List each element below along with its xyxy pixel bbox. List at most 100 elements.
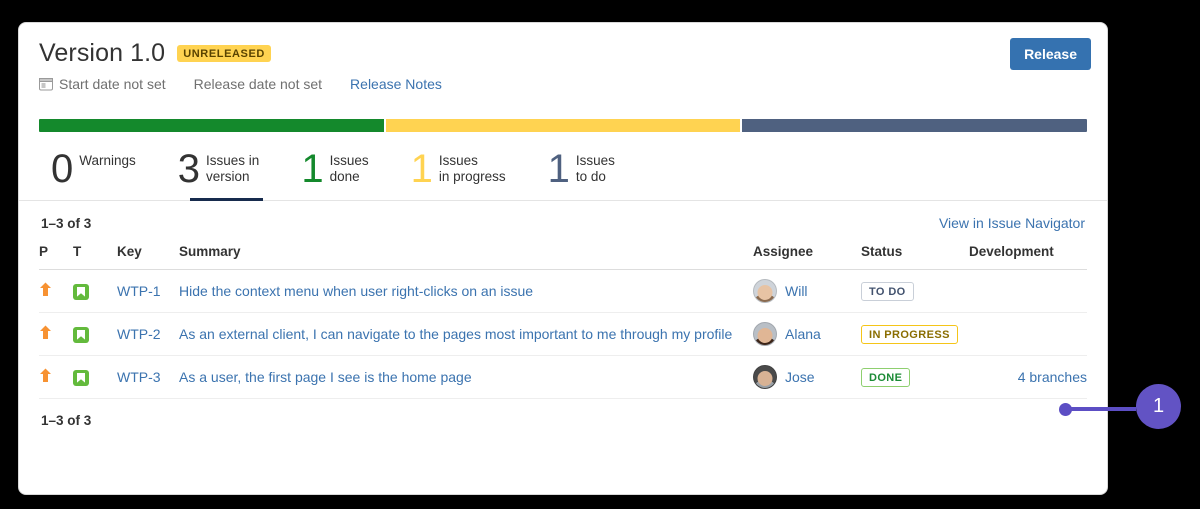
issues-table-body: WTP-1 Hide the context menu when user rig… — [39, 270, 1087, 399]
cell-development — [969, 270, 1087, 313]
story-type-icon — [73, 370, 89, 386]
title-row: Version 1.0 UNRELEASED — [39, 39, 1087, 67]
version-progress-bar — [39, 119, 1087, 132]
cell-assignee: Jose — [753, 356, 861, 399]
card-header: Version 1.0 UNRELEASED Start date not se… — [19, 23, 1107, 92]
cell-development: 4 branches — [969, 356, 1087, 399]
avatar-face — [758, 328, 773, 343]
version-detail-card: Version 1.0 UNRELEASED Start date not se… — [18, 22, 1108, 495]
avatar — [753, 365, 777, 389]
cell-summary: As an external client, I can navigate to… — [179, 313, 753, 356]
cell-status: TO DO — [861, 270, 969, 313]
release-date-text: Release date not set — [194, 76, 322, 92]
cell-type — [73, 356, 117, 399]
story-type-icon — [73, 327, 89, 343]
assignee-name-link[interactable]: Jose — [785, 369, 815, 385]
priority-major-up-arrow-icon — [39, 284, 52, 300]
stat-label: Issues in progress — [439, 150, 506, 185]
col-header-type: T — [73, 241, 117, 270]
cell-assignee: Alana — [753, 313, 861, 356]
cell-key: WTP-1 — [117, 270, 179, 313]
cell-type — [73, 313, 117, 356]
priority-major-up-arrow-icon — [39, 370, 52, 386]
calendar-icon — [39, 77, 53, 91]
issue-key-link[interactable]: WTP-1 — [117, 283, 161, 299]
cell-summary: As a user, the first page I see is the h… — [179, 356, 753, 399]
table-header-row: P T Key Summary Assignee Status Developm… — [39, 241, 1087, 270]
start-date-text: Start date not set — [59, 76, 166, 92]
stats-row: 0Warnings3Issues in version1Issues done1… — [19, 150, 1107, 201]
stat-number: 1 — [301, 150, 322, 188]
cell-assignee: Will — [753, 270, 861, 313]
pager-bottom-range: 1–3 of 3 — [41, 413, 91, 428]
cell-key: WTP-3 — [117, 356, 179, 399]
release-button[interactable]: Release — [1010, 38, 1091, 70]
col-header-priority: P — [39, 241, 73, 270]
release-notes-link[interactable]: Release Notes — [350, 76, 442, 92]
issues-table: P T Key Summary Assignee Status Developm… — [39, 241, 1087, 399]
issue-key-link[interactable]: WTP-3 — [117, 369, 161, 385]
cell-priority — [39, 270, 73, 313]
col-header-status: Status — [861, 241, 969, 270]
assignee-cell: Jose — [753, 365, 861, 389]
stat-item-4[interactable]: 1Issues to do — [548, 150, 641, 200]
issues-table-head: P T Key Summary Assignee Status Developm… — [39, 241, 1087, 270]
stat-number: 1 — [411, 150, 432, 188]
col-header-summary: Summary — [179, 241, 753, 270]
status-lozenge[interactable]: TO DO — [861, 282, 914, 301]
stat-item-2[interactable]: 1Issues done — [301, 150, 394, 200]
issue-key-link[interactable]: WTP-2 — [117, 326, 161, 342]
issue-summary-link[interactable]: As an external client, I can navigate to… — [179, 326, 732, 342]
pager-row-top: 1–3 of 3 View in Issue Navigator — [39, 201, 1087, 241]
status-lozenge[interactable]: IN PROGRESS — [861, 325, 958, 344]
development-branches-link[interactable]: 4 branches — [1018, 369, 1087, 385]
issue-summary-link[interactable]: Hide the context menu when user right-cl… — [179, 283, 533, 299]
col-header-development: Development — [969, 241, 1087, 270]
stat-item-0[interactable]: 0Warnings — [39, 150, 162, 200]
cell-key: WTP-2 — [117, 313, 179, 356]
cell-priority — [39, 356, 73, 399]
priority-major-up-arrow-icon — [39, 327, 52, 343]
avatar — [753, 279, 777, 303]
table-row[interactable]: WTP-1 Hide the context menu when user rig… — [39, 270, 1087, 313]
callout-leader-line — [1070, 407, 1136, 411]
assignee-cell: Will — [753, 279, 861, 303]
issue-summary-link[interactable]: As a user, the first page I see is the h… — [179, 369, 472, 385]
progress-segment-in-progress — [384, 119, 741, 132]
cell-type — [73, 270, 117, 313]
stat-label: Issues done — [330, 150, 369, 185]
status-lozenge[interactable]: DONE — [861, 368, 910, 387]
view-in-issue-navigator-link[interactable]: View in Issue Navigator — [939, 215, 1085, 231]
stat-item-3[interactable]: 1Issues in progress — [411, 150, 532, 200]
cell-status: IN PROGRESS — [861, 313, 969, 356]
assignee-name-link[interactable]: Will — [785, 283, 808, 299]
pager-top-range: 1–3 of 3 — [41, 216, 91, 231]
col-header-assignee: Assignee — [753, 241, 861, 270]
avatar-face — [758, 285, 773, 300]
callout-number-1: 1 — [1136, 384, 1181, 429]
table-row[interactable]: WTP-3 As a user, the first page I see is … — [39, 356, 1087, 399]
pager-row-bottom: 1–3 of 3 — [39, 399, 1087, 428]
assignee-name-link[interactable]: Alana — [785, 326, 821, 342]
stat-label: Issues in version — [206, 150, 259, 185]
pager-top: 1–3 of 3 — [41, 216, 91, 231]
cell-status: DONE — [861, 356, 969, 399]
story-type-icon — [73, 284, 89, 300]
col-header-key: Key — [117, 241, 179, 270]
cell-priority — [39, 313, 73, 356]
screenshot-root: Version 1.0 UNRELEASED Start date not se… — [0, 0, 1200, 509]
stat-label: Issues to do — [576, 150, 615, 185]
progress-segment-done — [39, 119, 384, 132]
page-title: Version 1.0 — [39, 39, 165, 67]
stat-item-1[interactable]: 3Issues in version — [178, 150, 286, 200]
stat-number: 0 — [51, 150, 72, 188]
avatar — [753, 322, 777, 346]
table-row[interactable]: WTP-2 As an external client, I can naviga… — [39, 313, 1087, 356]
status-badge: UNRELEASED — [177, 45, 271, 62]
avatar-face — [758, 371, 773, 386]
progress-segment-to-do — [740, 119, 1087, 132]
cell-development — [969, 313, 1087, 356]
stat-number: 1 — [548, 150, 569, 188]
meta-row: Start date not set Release date not set … — [39, 76, 1087, 92]
stat-number: 3 — [178, 150, 199, 188]
